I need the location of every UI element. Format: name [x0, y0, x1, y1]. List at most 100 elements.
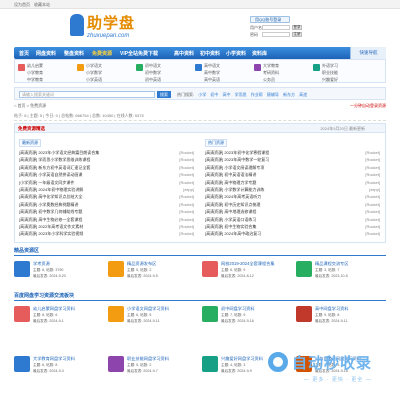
sub-link[interactable]: 大学教育: [263, 63, 279, 69]
list-item[interactable]: [高清资源] 小学英语口语练习 [Rocket]: [205, 217, 380, 224]
nav-item-vip[interactable]: VIP全站免费下载: [120, 50, 158, 57]
forum-icon[interactable]: [202, 306, 218, 322]
forum-icon[interactable]: [296, 306, 312, 322]
list-item-title[interactable]: [高清资源] 小学语文阅读理解专项: [205, 165, 264, 170]
sub-link[interactable]: 初中数学: [145, 70, 161, 76]
list-item[interactable]: [高清资源] 初中数学几何辅助线专题 [Rocket]: [19, 209, 194, 216]
list-item-title[interactable]: [高清资源] 高中化学知识点总结大全: [19, 194, 82, 199]
qq-login-button[interactable]: 用QQ账号登录: [250, 16, 290, 23]
list-item[interactable]: [高清资源] 2023年小学语文经典篇目朗读合集 [Rocket]: [19, 150, 194, 157]
nav-item-primary[interactable]: 小学资料: [226, 50, 246, 57]
list-item-title[interactable]: [高清资源] 小学奥数经典例题精讲: [19, 202, 78, 207]
list-item-title[interactable]: [高清资源] 2024年初中物理实验讲解: [19, 187, 83, 192]
sub-link[interactable]: 小学数学: [86, 70, 102, 76]
forum-card[interactable]: 网校2019-2024全套课程合集 主题: 6, 帖数: 9 最后发表: 2024-…: [202, 259, 292, 285]
forum-card[interactable]: 小学语文网盘学习资料 主题: 6, 帖数: 5 最后发表: 2024-9-11: [108, 304, 198, 330]
register-button[interactable]: 注册: [292, 32, 302, 37]
list-item-title[interactable]: [高清资源] 小学英语自然拼读动画课: [19, 172, 82, 177]
forum-card[interactable]: 学考资源 主题: 8, 帖数: 3790 最后发表: 2024-9-20: [14, 259, 104, 285]
set-homepage-link[interactable]: 设为首页: [14, 2, 30, 8]
username-input[interactable]: [262, 25, 290, 30]
forum-icon[interactable]: [108, 261, 124, 277]
list-item[interactable]: [高清资源] 学而思小学数学思维训练课程 [Rocket]: [19, 157, 194, 164]
sub-link[interactable]: 幼儿启蒙: [27, 63, 43, 69]
login-button[interactable]: 登录: [292, 25, 302, 30]
hot-keyword[interactable]: 初中: [210, 92, 218, 97]
forum-icon[interactable]: [202, 261, 218, 277]
forum-name[interactable]: 大学教育网盘学习资料: [33, 356, 75, 362]
list-item[interactable]: [高清资源] 初中历史知识点梳理 [Rocket]: [205, 202, 380, 209]
breadcrumb-home[interactable]: 首页: [18, 103, 26, 108]
list-item-title[interactable]: [高清资源] 初中英语语法精讲: [205, 172, 256, 177]
list-item-title[interactable]: [高清资源] 2023年小学科学实验视频: [19, 231, 83, 236]
nav-item-pan[interactable]: 网盘资料: [36, 50, 56, 57]
sub-link[interactable]: 外语学习: [322, 63, 338, 69]
list-item[interactable]: [高清资源] 初中英语语法精讲 [Rocket]: [205, 172, 380, 179]
sub-link[interactable]: 考研资料: [263, 70, 279, 76]
sub-link[interactable]: 小学英语: [86, 77, 102, 83]
site-logo[interactable]: 助学盘 zhuxuepan.com: [70, 11, 140, 43]
sub-link[interactable]: 初中英语: [145, 77, 161, 83]
list-item-title[interactable]: [高清资源] 2023年小学语文经典篇目朗读合集: [19, 150, 99, 155]
forum-name[interactable]: 小学语文网盘学习资料: [127, 306, 169, 312]
list-item[interactable]: [高清资源] 高中生物必修一全套课程 [Rocket]: [19, 217, 194, 224]
list-item-title[interactable]: [高清资源] 2022年高考语文作文素材: [19, 224, 83, 229]
list-item[interactable]: [高清资源] 小学奥数经典例题精讲 [Rocket]: [19, 202, 194, 209]
forum-card[interactable]: 精品课程交流专区 主题: 3, 帖数: 7 最后发表: 2023-10-5: [296, 259, 386, 285]
list-item-title[interactable]: [高清资源] 新东方初中英语词汇速记全套: [19, 165, 90, 170]
forum-name[interactable]: 兴趣爱好网盘学习资料: [221, 356, 263, 362]
list-item[interactable]: [高清资源] 2023年小学科学实验视频 [Rocket]: [19, 231, 194, 238]
list-item-title[interactable]: [高清资源] 2023年高中数学一轮复习: [205, 157, 269, 162]
sub-link[interactable]: 高中数学: [204, 70, 220, 76]
sub-link[interactable]: 高中英语: [204, 77, 220, 83]
list-item[interactable]: [高清资源] 高中地理选修课程 [Rocket]: [205, 209, 380, 216]
list-item-title[interactable]: [小学资源] 一年级语文同步课件: [19, 180, 74, 185]
forum-icon[interactable]: [202, 356, 218, 372]
forum-card[interactable]: 高中网盘学习资料 主题: 9, 帖数: 8 最后发表: 2024-9-11: [296, 304, 386, 330]
hot-keyword[interactable]: 高中: [223, 92, 231, 97]
forum-name[interactable]: 职业技能网盘学习资料: [127, 356, 169, 362]
sub-link[interactable]: 中学教育: [27, 77, 43, 83]
bookmark-link[interactable]: 收藏本站: [34, 2, 50, 8]
sub-link[interactable]: 小学语文: [86, 63, 102, 69]
quick-nav-button[interactable]: 快速导航: [350, 47, 386, 59]
forum-name[interactable]: 幼儿启蒙网盘学习资料: [33, 306, 75, 312]
list-item[interactable]: [高清资源] 小学语文阅读理解专项 [Rocket]: [205, 165, 380, 172]
list-item-title[interactable]: [高清资源] 2023年初中化学寒假课程: [205, 150, 269, 155]
list-item-title[interactable]: [高清资源] 高中地理选修课程: [205, 209, 256, 214]
list-item[interactable]: [高清资源] 小学英语自然拼读动画课 [Rocket]: [19, 172, 194, 179]
list-item-title[interactable]: [高清资源] 小学数学计算能力训练: [205, 187, 264, 192]
forum-name[interactable]: 初中网盘学习资料: [221, 306, 255, 312]
sub-link[interactable]: 高中语文: [204, 63, 220, 69]
forum-name[interactable]: 网校2019-2024全套课程合集: [221, 261, 275, 267]
forum-icon[interactable]: [296, 261, 312, 277]
list-item-title[interactable]: [高清资源] 初中历史知识点梳理: [205, 202, 260, 207]
list-item-title[interactable]: [高清资源] 小学英语口语练习: [205, 217, 256, 222]
hot-keyword[interactable]: 高途: [299, 92, 307, 97]
list-item[interactable]: [高清资源] 高中物理力学专题 [Rocket]: [205, 180, 380, 187]
forum-name[interactable]: 精品资源发布区: [127, 261, 156, 267]
forum-name[interactable]: 学考资源: [33, 261, 50, 267]
list-item-title[interactable]: [高清资源] 2024年高考英语听力: [205, 194, 261, 199]
list-item[interactable]: [小学资源] 一年级语文同步课件 [Rocket]: [19, 180, 194, 187]
sub-link[interactable]: 公务员: [263, 77, 275, 83]
hot-keyword[interactable]: 作业帮: [251, 92, 263, 97]
nav-item-library[interactable]: 资料库: [252, 50, 267, 57]
forum-icon[interactable]: [14, 306, 30, 322]
list-item[interactable]: [高清资源] 2023年初中化学寒假课程 [Rocket]: [205, 150, 380, 157]
sub-link[interactable]: 职业技能: [322, 70, 338, 76]
list-item-title[interactable]: [高清资源] 高中物理力学专题: [205, 180, 256, 185]
list-item[interactable]: [高清资源] 2024年高考英语听力 [Rocket]: [205, 194, 380, 201]
nav-item-home[interactable]: 首页: [19, 50, 29, 57]
list-item[interactable]: [高清资源] 高中化学知识点总结大全 [Rocket]: [19, 194, 194, 201]
sub-link[interactable]: 小学教育: [27, 70, 43, 76]
nav-item-high[interactable]: 高中资料: [174, 50, 194, 57]
forum-name[interactable]: 高中网盘学习资料: [315, 306, 349, 312]
hot-keyword[interactable]: 猿辅导: [267, 92, 279, 97]
column-header[interactable]: 热门资源: [205, 139, 227, 147]
list-item[interactable]: [高清资源] 2024年高中政治复习 [Rocket]: [205, 231, 380, 238]
nav-item-middle[interactable]: 初中资料: [200, 50, 220, 57]
forum-icon[interactable]: [108, 306, 124, 322]
column-header[interactable]: 最新资源: [19, 139, 41, 147]
nav-item-whole[interactable]: 整盘资料: [64, 50, 84, 57]
